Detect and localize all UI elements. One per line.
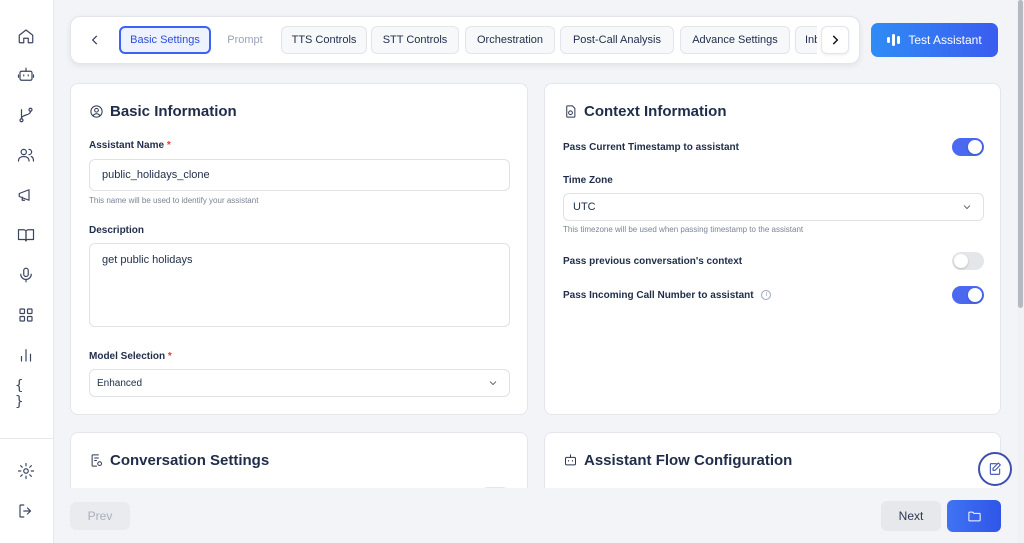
grid-icon[interactable] [15, 304, 37, 326]
tabs-scroll-left-button[interactable] [81, 26, 109, 54]
git-branch-icon[interactable] [15, 104, 37, 126]
toggle-knob [954, 254, 968, 268]
chevron-left-icon [91, 35, 98, 45]
user-circle-icon [90, 105, 103, 118]
description-label: Description [89, 225, 145, 236]
sound-wave-icon [887, 34, 901, 46]
tab-stt-controls[interactable]: STT Controls [371, 26, 459, 54]
test-assistant-button[interactable]: Test Assistant [871, 23, 998, 57]
prev-button[interactable]: Prev [70, 502, 130, 530]
context-information-title: Context Information [584, 103, 727, 120]
assistant-flow-heading: Assistant Flow Configuration [563, 452, 792, 469]
model-selection-dropdown[interactable]: Enhanced [89, 369, 510, 397]
test-assistant-label: Test Assistant [908, 33, 982, 47]
sidebar: { } [0, 0, 54, 543]
previous-context-toggle[interactable] [952, 252, 984, 270]
model-selection-label: Model Selection * [89, 351, 172, 362]
model-selection-label-text: Model Selection [89, 351, 166, 362]
scrollbar-thumb[interactable] [1018, 0, 1023, 308]
model-selection-value: Enhanced [97, 377, 143, 389]
description-textarea[interactable]: get public holidays [89, 243, 510, 327]
bot-icon[interactable] [15, 64, 37, 86]
context-information-heading: Context Information [563, 103, 727, 120]
tabs-scroll-right-button[interactable] [821, 26, 849, 54]
context-information-card: Context Information Pass Current Timesta… [544, 83, 1001, 415]
tab-orchestration[interactable]: Orchestration [465, 26, 555, 54]
microphone-icon[interactable] [15, 264, 37, 286]
timestamp-toggle[interactable] [952, 138, 984, 156]
logout-icon[interactable] [15, 500, 37, 522]
basic-information-heading: Basic Information [89, 103, 237, 120]
time-zone-value: UTC [573, 201, 596, 213]
tab-basic-settings[interactable]: Basic Settings [119, 26, 211, 54]
chevron-down-icon [963, 205, 971, 210]
tab-inbound[interactable]: Inbound [795, 26, 817, 54]
assistant-name-input[interactable]: public_holidays_clone [89, 159, 510, 191]
assistant-name-label-text: Assistant Name [89, 140, 165, 151]
time-zone-hint: This timezone will be used when passing … [563, 225, 804, 234]
tab-post-call-analysis[interactable]: Post-Call Analysis [560, 26, 674, 54]
tab-prompt[interactable]: Prompt [213, 26, 277, 54]
required-mark: * [166, 140, 171, 151]
time-zone-label: Time Zone [563, 175, 613, 186]
next-button[interactable]: Next [881, 501, 941, 531]
incoming-number-label-text: Pass Incoming Call Number to assistant [563, 290, 754, 301]
tab-advance-settings[interactable]: Advance Settings [680, 26, 790, 54]
settings-icon[interactable] [15, 460, 37, 482]
timestamp-label: Pass Current Timestamp to assistant [563, 142, 739, 153]
bar-chart-icon[interactable] [15, 344, 37, 366]
tabs-strip: Basic Settings Prompt TTS Controls STT C… [117, 26, 817, 56]
bot-icon [565, 454, 576, 466]
chevron-down-icon [489, 381, 497, 386]
assistant-flow-title: Assistant Flow Configuration [584, 452, 793, 469]
context-icon [566, 105, 576, 118]
page-scrollbar[interactable] [1017, 0, 1024, 543]
home-icon[interactable] [15, 25, 37, 47]
toggle-knob [968, 140, 982, 154]
sidebar-divider [0, 438, 54, 439]
info-icon[interactable]: i [761, 290, 772, 301]
book-icon[interactable] [15, 224, 37, 246]
previous-context-label: Pass previous conversation's context [563, 256, 743, 267]
folder-icon [967, 511, 981, 521]
basic-information-card: Basic Information Assistant Name * publi… [70, 83, 528, 415]
toggle-knob [968, 288, 982, 302]
settings-doc-icon [91, 454, 102, 467]
braces-icon[interactable]: { } [15, 378, 37, 410]
incoming-number-label: Pass Incoming Call Number to assistant i [563, 290, 772, 301]
required-mark: * [167, 351, 172, 362]
settings-tab-bar: Basic Settings Prompt TTS Controls STT C… [70, 16, 860, 64]
assistant-name-hint: This name will be used to identify your … [89, 196, 259, 205]
basic-information-title: Basic Information [110, 103, 237, 120]
users-icon[interactable] [15, 144, 37, 166]
save-folder-button[interactable] [947, 500, 1001, 532]
assistant-name-label: Assistant Name * [89, 140, 171, 151]
bottom-action-bar [54, 488, 1024, 543]
incoming-number-toggle[interactable] [952, 286, 984, 304]
edit-note-icon [989, 462, 1001, 475]
chevron-right-icon [832, 35, 839, 45]
tab-tts-controls[interactable]: TTS Controls [281, 26, 367, 54]
time-zone-dropdown[interactable]: UTC [563, 193, 984, 221]
conversation-settings-title: Conversation Settings [110, 452, 270, 469]
megaphone-icon[interactable] [15, 184, 37, 206]
feedback-fab-button[interactable] [978, 452, 1012, 486]
conversation-settings-heading: Conversation Settings [89, 452, 269, 469]
